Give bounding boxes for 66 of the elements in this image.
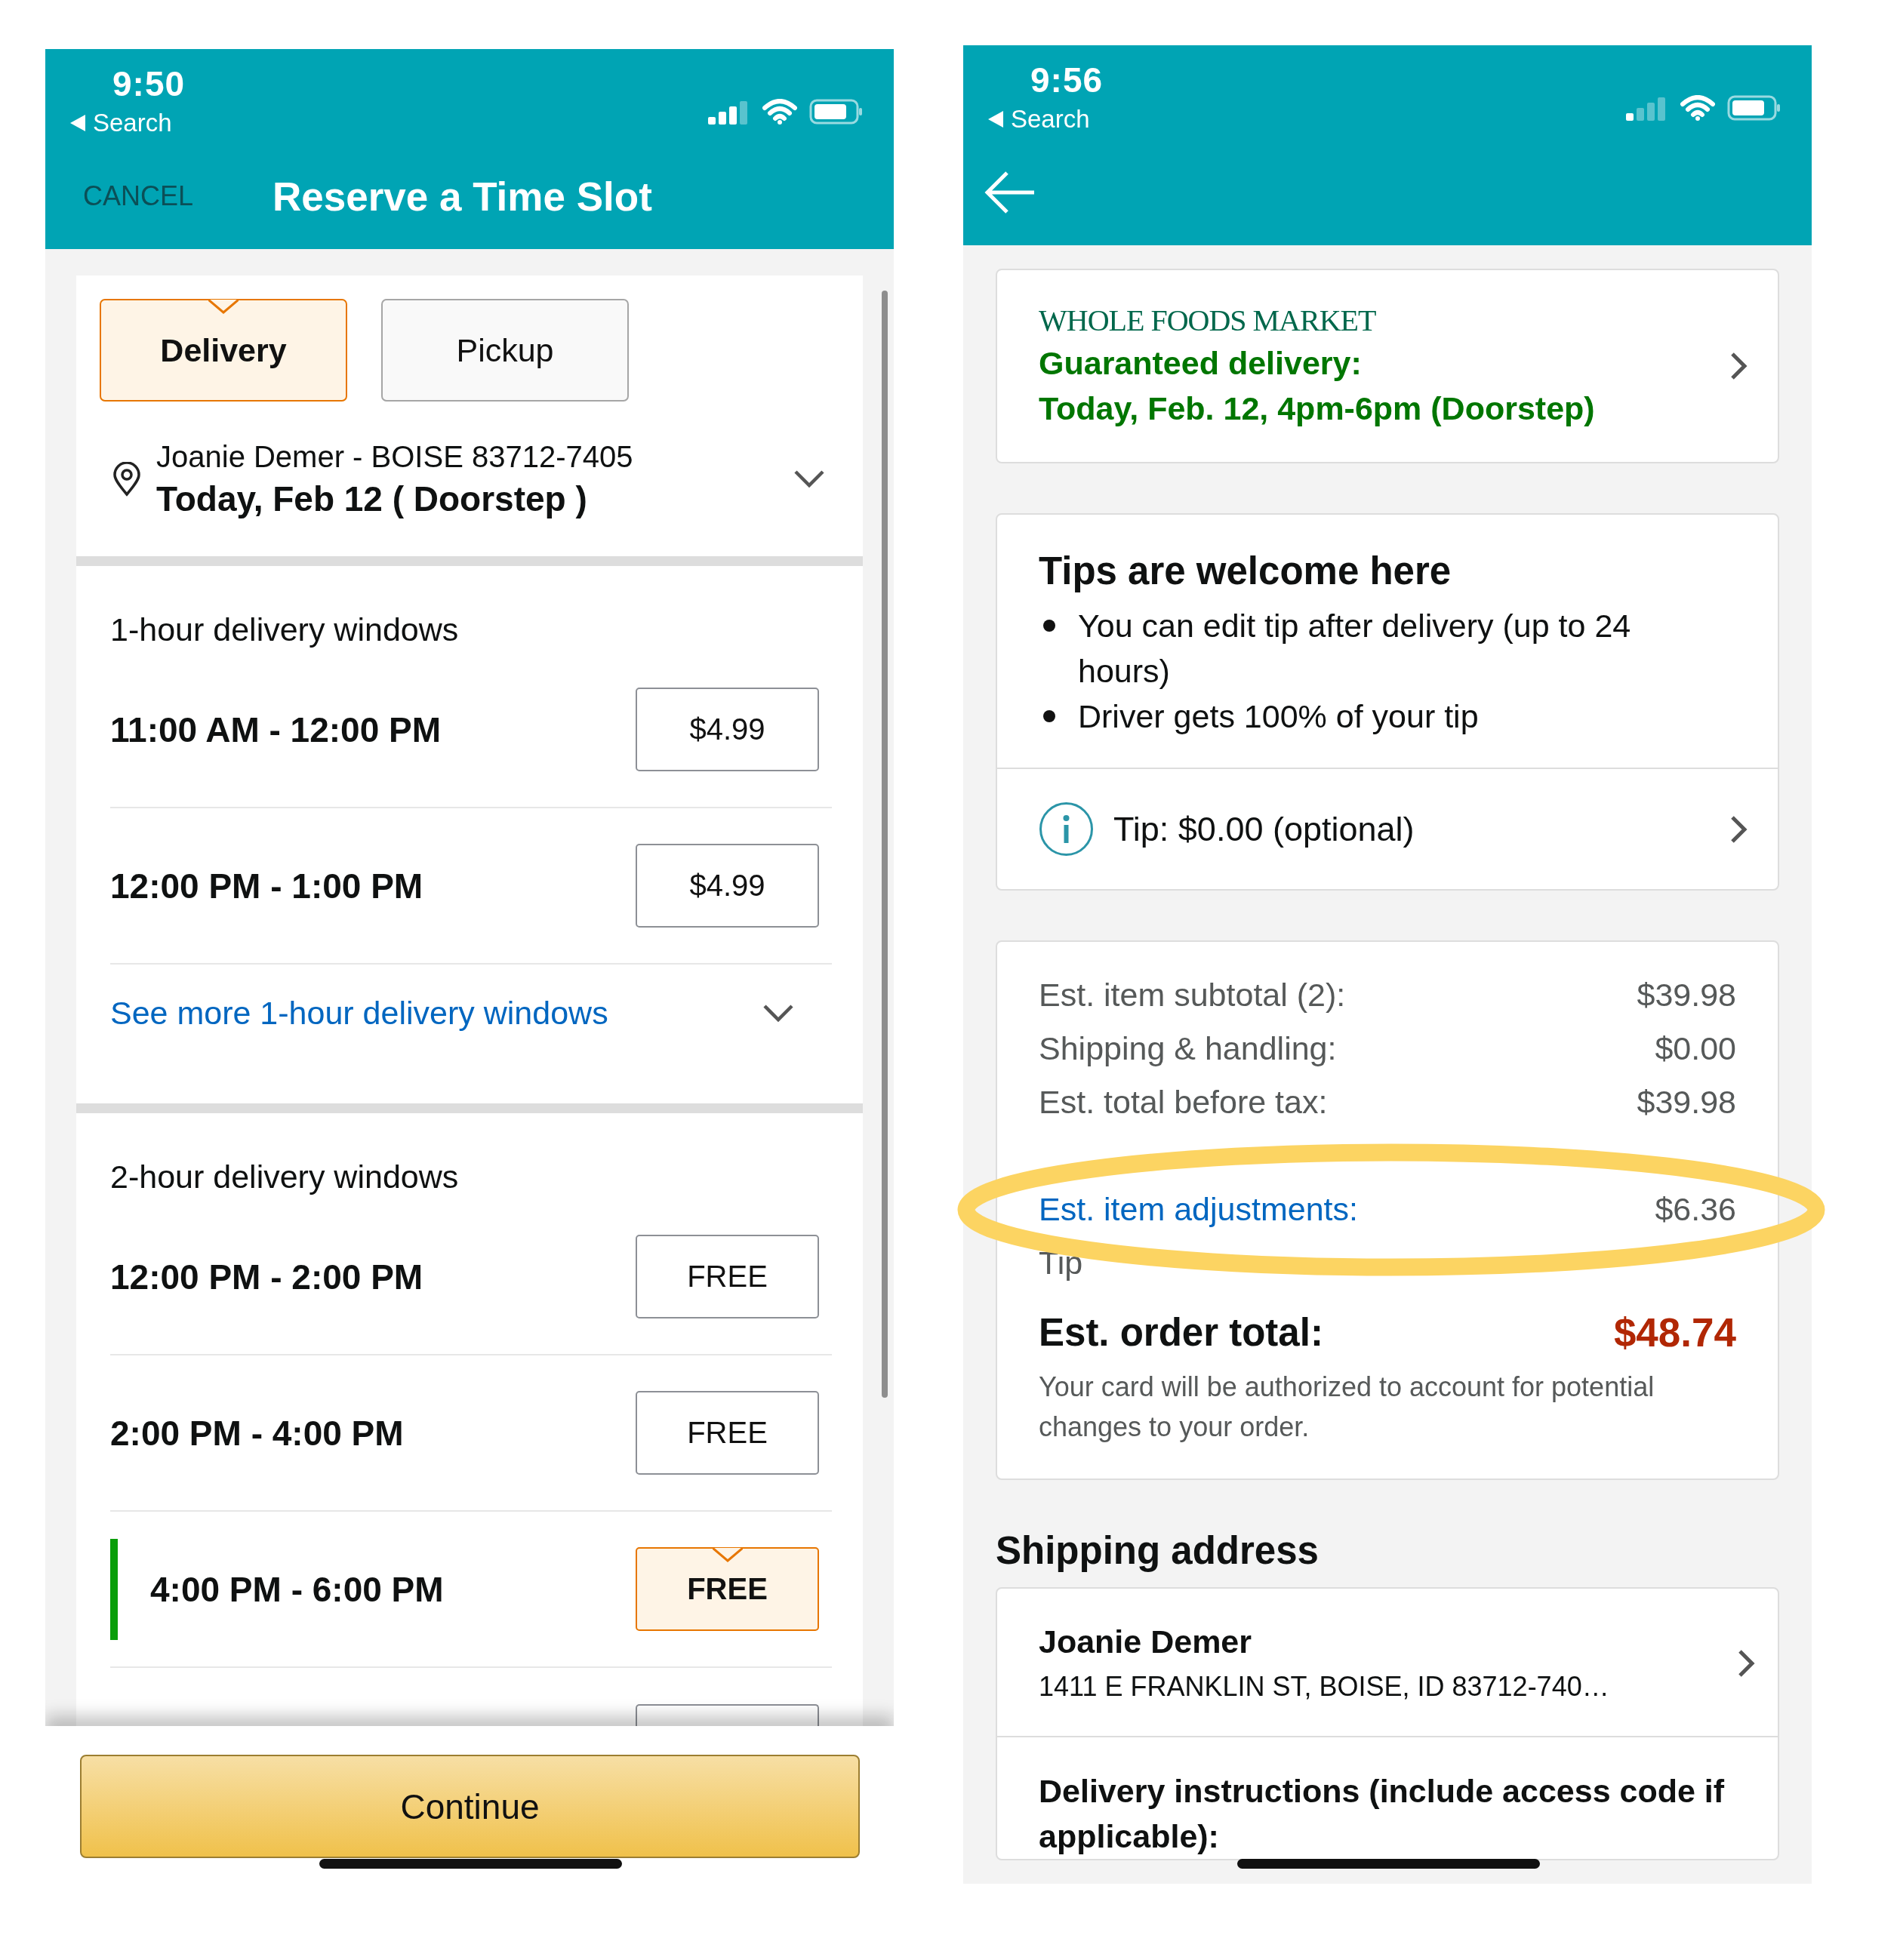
total-label: Est. order total: xyxy=(1039,1310,1323,1355)
summary-value: $39.98 xyxy=(1637,976,1736,1014)
tip-note: You can edit tip after delivery (up to 24 hours) xyxy=(1078,607,1632,691)
chevron-right-icon xyxy=(1737,1648,1755,1678)
bullet-icon xyxy=(1043,620,1055,632)
location-pin-icon xyxy=(112,462,141,497)
mode-tab[interactable]: Delivery xyxy=(100,299,347,402)
tips-title: Tips are welcome here xyxy=(1038,549,1452,594)
slot-time: 12:00 PM - 2:00 PM xyxy=(110,1256,424,1297)
bullet-icon xyxy=(1043,710,1055,722)
delivery-window: Today, Feb. 12, 4pm-6pm (Doorstep) xyxy=(1039,386,1729,431)
instructions-label: Delivery instructions (include access code if applicable): xyxy=(1038,1772,1726,1856)
tip-note: Driver gets 100% of your tip xyxy=(1078,697,1479,736)
see-more-link[interactable]: See more 1-hour delivery windows xyxy=(110,995,608,1032)
chevron-down-icon xyxy=(762,1003,794,1023)
shipping-heading: Shipping address xyxy=(996,1528,1320,1574)
back-arrow-icon[interactable] xyxy=(984,170,1036,215)
slot-price-button[interactable]: FREE xyxy=(636,1235,819,1318)
slot-price-button[interactable] xyxy=(636,1704,819,1726)
status-time: 9:50 xyxy=(112,63,186,105)
tab-pointer-icon xyxy=(208,299,239,314)
summary-label: Tip xyxy=(1039,1244,1083,1282)
summary-label: Shipping & handling: xyxy=(1039,1029,1337,1068)
status-time: 9:56 xyxy=(1030,60,1104,101)
delivery-card[interactable]: WHOLE FOODS MARKET Guaranteed delivery: Today, Feb. 12, 4pm-6pm (Doorstep) xyxy=(996,269,1779,463)
total-value: $48.74 xyxy=(1613,1309,1736,1356)
delivery-date: Today, Feb 12 ( Doorstep ) xyxy=(156,478,588,520)
summary-value: $39.98 xyxy=(1637,1083,1736,1122)
chevron-right-icon xyxy=(1729,351,1748,381)
recipient-name: Joanie Demer xyxy=(1039,1623,1253,1661)
summary-label: Est. item subtotal (2): xyxy=(1039,976,1346,1014)
summary-link[interactable]: Est. item adjustments: xyxy=(1039,1183,1358,1236)
battery-icon xyxy=(1727,95,1781,121)
triangle-icon xyxy=(988,111,1003,128)
summary-label: Est. total before tax: xyxy=(1039,1083,1328,1122)
store-logo: WHOLE FOODS MARKET xyxy=(1039,303,1377,339)
summary-value: $6.36 xyxy=(1655,1190,1736,1229)
continue-button[interactable]: Continue xyxy=(80,1755,860,1858)
chevron-right-icon xyxy=(1729,814,1748,845)
tab-pointer-icon xyxy=(712,1547,743,1562)
slot-time: 11:00 AM - 12:00 PM xyxy=(110,709,442,750)
slot-price-button[interactable]: FREE xyxy=(636,1547,819,1631)
slot-time: 4:00 PM - 6:00 PM xyxy=(150,1568,445,1610)
slot-price-button[interactable]: FREE xyxy=(636,1391,819,1475)
slot-price-button[interactable]: $4.99 xyxy=(636,688,819,771)
slot-time: 2:00 PM - 4:00 PM xyxy=(110,1412,405,1454)
wifi-icon xyxy=(1680,95,1715,121)
section-heading: 1-hour delivery windows xyxy=(110,611,460,649)
mode-tab[interactable]: Pickup xyxy=(381,299,629,402)
battery-icon xyxy=(809,99,864,125)
shipping-address: 1411 E FRANKLIN ST, BOISE, ID 83712-740… xyxy=(1039,1670,1610,1703)
slot-price-button[interactable]: $4.99 xyxy=(636,844,819,928)
wifi-icon xyxy=(762,99,797,125)
tip-amount: Tip: $0.00 (optional) xyxy=(1113,809,1415,849)
authorization-note: Your card will be authorized to account for potential changes to your order. xyxy=(1039,1371,1655,1444)
summary-value: $0.00 xyxy=(1655,1029,1736,1068)
section-heading: 2-hour delivery windows xyxy=(110,1158,460,1196)
info-icon xyxy=(1039,802,1094,857)
tip-row[interactable]: Tip: $0.00 (optional) xyxy=(997,768,1778,889)
scrollbar[interactable] xyxy=(882,291,888,1398)
chevron-down-icon xyxy=(793,469,825,489)
address-line: Joanie Demer - BOISE 83712-7405 xyxy=(156,439,634,475)
slot-time: 12:00 PM - 1:00 PM xyxy=(110,865,424,906)
screen-title: Reserve a Time Slot xyxy=(273,173,652,220)
delivery-label: Guaranteed delivery: xyxy=(1039,344,1363,383)
triangle-icon xyxy=(70,115,85,131)
